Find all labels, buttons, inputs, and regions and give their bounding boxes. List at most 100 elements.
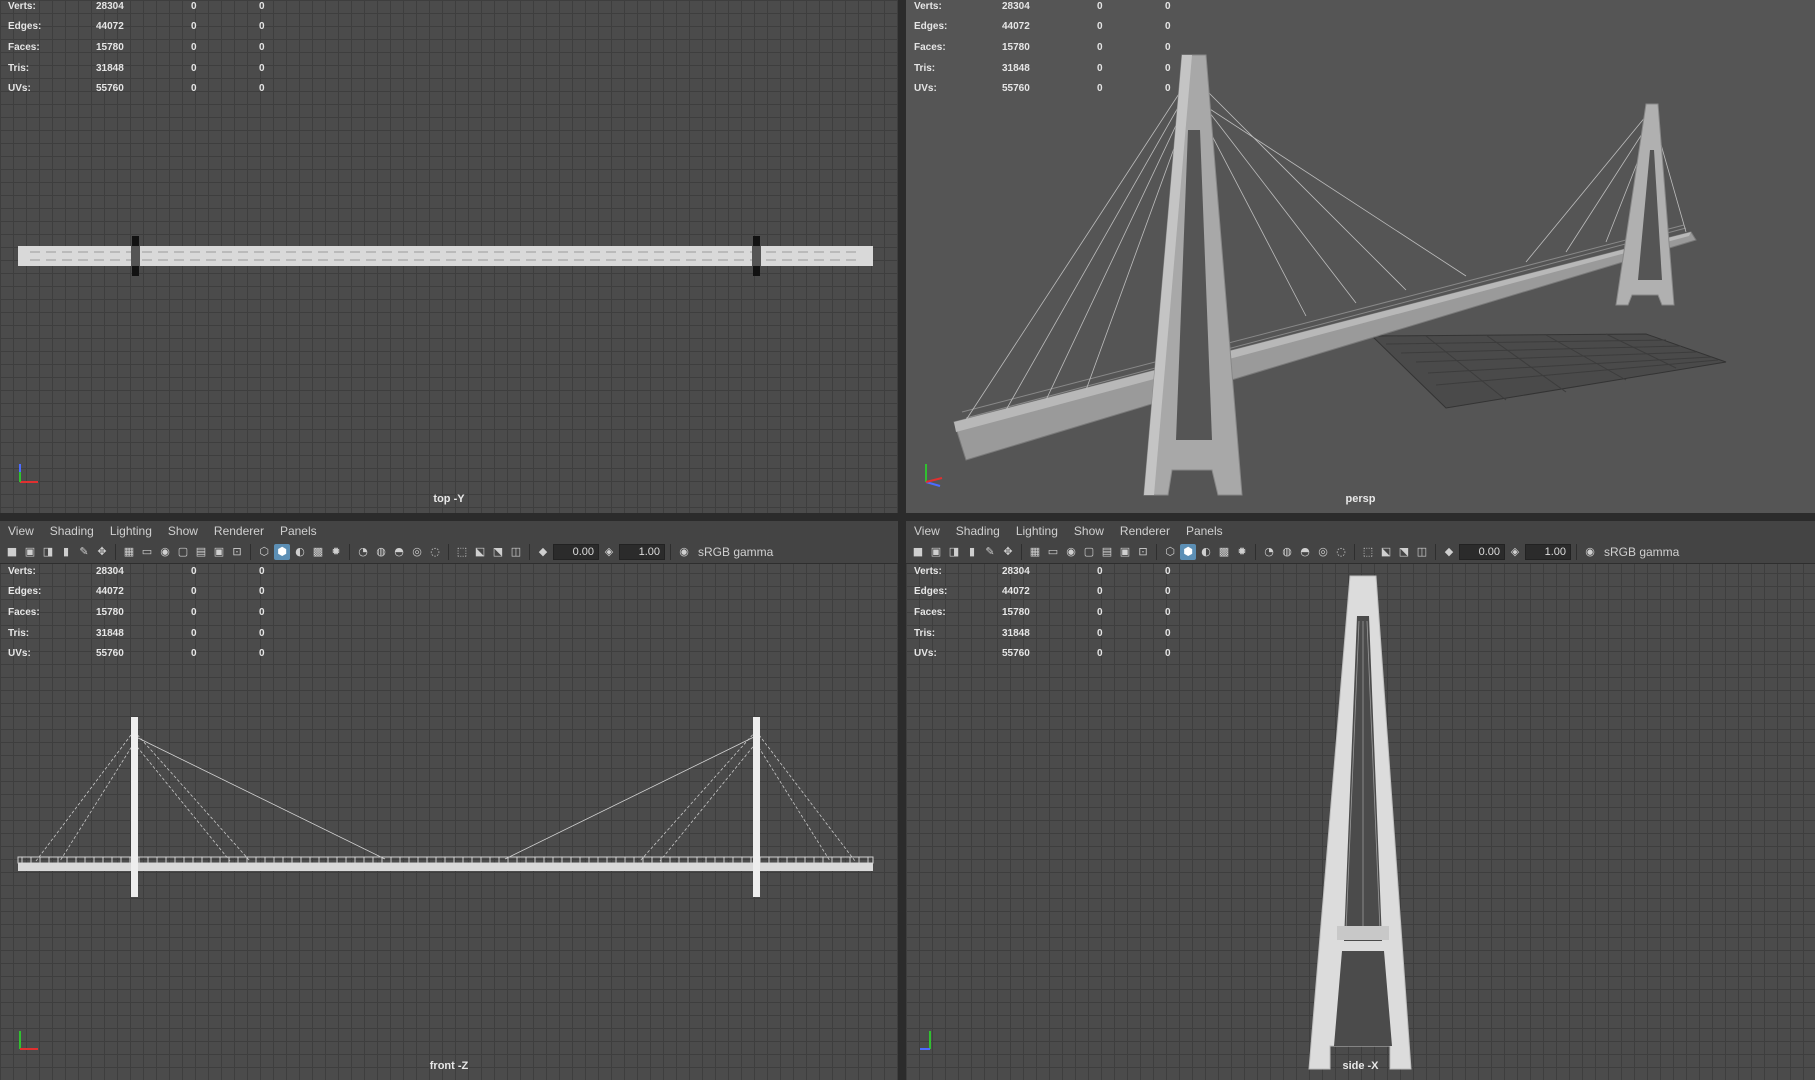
hud-label: Faces: [914,606,946,618]
hud-row: Verts: 28304 0 0 [914,0,1171,17]
viewport-label-side: side -X [1342,1060,1379,1072]
axis-gizmo-icon [14,458,44,491]
hud-row: UVs: 55760 0 0 [914,78,1171,99]
hud-row: Edges: 44072 0 0 [8,582,265,603]
hud-row: Tris: 31848 0 0 [8,623,265,644]
viewport-persp[interactable]: Verts: 28304 0 0 Edges: 44072 0 0 Faces: 15780 0 0 T… [906,0,1815,513]
hud-value: 28304 [1002,565,1030,577]
hud-sel: 0 [191,565,197,577]
hud-tri: 0 [1165,83,1171,95]
hud-value: 31848 [1002,62,1030,74]
poly-count-hud: Verts: 28304 0 0 Edges: 44072 0 0 Faces: 15780 0 0 T… [914,0,1171,99]
viewport-divider-vertical[interactable] [898,0,906,1080]
hud-sel: 0 [191,627,197,639]
hud-tri: 0 [1165,0,1171,12]
poly-count-hud: Verts: 28304 0 0 Edges: 44072 0 0 Faces: 15780 0 0 T… [914,561,1171,664]
hud-tri: 0 [1165,606,1171,618]
hud-label: Edges: [8,586,42,598]
hud-value: 31848 [96,627,124,639]
hud-row: Edges: 44072 0 0 [914,582,1171,603]
hud-sel: 0 [1097,648,1103,660]
hud-row: Edges: 44072 0 0 [8,17,265,38]
axis-gizmo-icon [920,1025,950,1058]
hud-tri: 0 [1165,41,1171,53]
hud-row: Verts: 28304 0 0 [914,561,1171,582]
hud-label: Verts: [8,0,36,12]
hud-value: 44072 [96,586,124,598]
hud-label: Tris: [8,627,30,639]
poly-count-hud: Verts: 28304 0 0 Edges: 44072 0 0 Faces: 15780 0 0 T… [8,561,265,664]
hud-value: 15780 [1002,606,1030,618]
hud-row: Tris: 31848 0 0 [8,58,265,79]
hud-label: Edges: [914,21,948,33]
hud-row: UVs: 55760 0 0 [914,643,1171,664]
hud-sel: 0 [1097,0,1103,12]
hud-tri: 0 [259,41,265,53]
hud-sel: 0 [191,606,197,618]
hud-tri: 0 [1165,565,1171,577]
bridge-deck-front [18,863,873,871]
hud-sel: 0 [191,648,197,660]
axis-gizmo-icon [920,458,950,491]
hud-sel: 0 [191,586,197,598]
hud-tri: 0 [259,606,265,618]
hud-value: 28304 [1002,0,1030,12]
hud-label: Tris: [914,62,936,74]
hud-value: 44072 [1002,586,1030,598]
hud-row: UVs: 55760 0 0 [8,78,265,99]
hud-tri: 0 [259,21,265,33]
hud-label: UVs: [914,83,937,95]
hud-label: Faces: [914,41,946,53]
pylon-1-front [131,717,138,897]
hud-tri: 0 [1165,586,1171,598]
hud-label: Tris: [914,627,936,639]
hud-label: Verts: [8,565,36,577]
hud-value: 55760 [1002,83,1030,95]
hud-tri: 0 [259,648,265,660]
hud-row: Verts: 28304 0 0 [8,0,265,17]
hud-sel: 0 [191,62,197,74]
hud-sel: 0 [1097,627,1103,639]
viewport-front[interactable]: View Shading Lighting Show Renderer Panels ■ ▣… [0,521,898,1080]
hud-value: 55760 [96,648,124,660]
hud-sel: 0 [1097,62,1103,74]
hud-sel: 0 [191,83,197,95]
hud-tri: 0 [259,83,265,95]
hud-value: 31848 [1002,627,1030,639]
hud-label: Verts: [914,0,942,12]
axis-gizmo-icon [14,1025,44,1058]
viewport-label-persp: persp [1345,493,1376,505]
hud-label: Edges: [914,586,948,598]
hud-row: Faces: 15780 0 0 [8,602,265,623]
hud-tri: 0 [1165,648,1171,660]
hud-tri: 0 [259,586,265,598]
viewport-label-top: top -Y [433,493,465,505]
hud-label: Faces: [8,606,40,618]
hud-row: Faces: 15780 0 0 [914,37,1171,58]
hud-value: 55760 [96,83,124,95]
bridge-deck-top [18,246,873,266]
hud-value: 44072 [96,21,124,33]
hud-label: UVs: [914,648,937,660]
viewport-top[interactable]: Verts: 28304 0 0 Edges: 44072 0 0 Faces: 15780 0 0 T… [0,0,898,513]
hud-value: 28304 [96,565,124,577]
hud-tri: 0 [259,0,265,12]
hud-value: 55760 [1002,648,1030,660]
pylon-2-front [753,717,760,897]
hud-value: 15780 [96,606,124,618]
hud-row: Tris: 31848 0 0 [914,58,1171,79]
hud-sel: 0 [1097,83,1103,95]
hud-tri: 0 [1165,62,1171,74]
viewport-side[interactable]: View Shading Lighting Show Renderer Panels ■ ▣… [906,521,1815,1080]
hud-row: UVs: 55760 0 0 [8,643,265,664]
hud-row: Faces: 15780 0 0 [8,37,265,58]
hud-label: Verts: [914,565,942,577]
hud-label: Edges: [8,21,42,33]
hud-row: Faces: 15780 0 0 [914,602,1171,623]
hud-tri: 0 [259,62,265,74]
viewport-divider-horizontal[interactable] [0,513,1815,521]
hud-tri: 0 [259,565,265,577]
hud-sel: 0 [191,0,197,12]
hud-value: 44072 [1002,21,1030,33]
hud-label: Faces: [8,41,40,53]
